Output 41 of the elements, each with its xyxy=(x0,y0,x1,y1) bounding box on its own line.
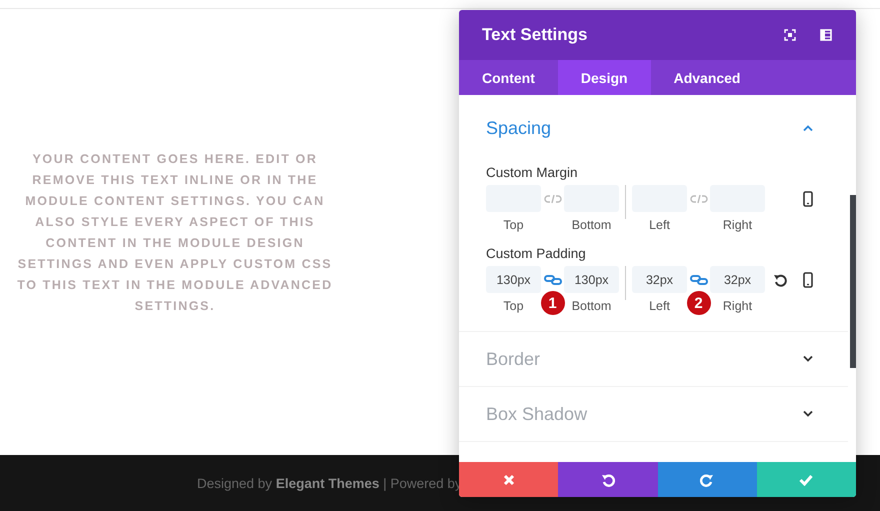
input-field[interactable]: 32px xyxy=(632,266,687,293)
input-field[interactable]: 32px xyxy=(710,266,765,293)
option-label: Custom Margin xyxy=(486,165,579,180)
sidebar-layout-icon[interactable] xyxy=(820,29,832,41)
redo-button[interactable] xyxy=(658,462,757,497)
step-badge: 2 xyxy=(686,291,710,315)
step-badge: 1 xyxy=(540,291,564,315)
field-caption: Bottom xyxy=(572,218,612,232)
panel-tab[interactable]: Advanced xyxy=(650,60,764,95)
field-caption: Left xyxy=(649,218,670,232)
scrollbar[interactable] xyxy=(850,195,856,368)
panel-title: Text Settings xyxy=(482,25,588,45)
section-title[interactable]: Spacing xyxy=(486,118,552,138)
panel-tab[interactable]: Content xyxy=(459,60,558,95)
close-icon xyxy=(502,474,515,486)
redo-icon xyxy=(700,472,714,486)
link-icon[interactable] xyxy=(544,274,562,286)
placeholder-paragraph: YOUR CONTENT GOES HERE. EDIT OR REMOVE THIS TEXT INLINE OR IN THE MODULE CONTENT SETTINGS. YOU CAN ALSO STYLE EVERY ASPECT OF THIS CONTENT IN THE MODULE DESIGN SETTINGS AND EVEN APPLY CUSTOM CSS TO THIS TEXT IN THE MODULE ADVANCED SETTINGS. xyxy=(16,151,334,315)
field-caption: Bottom xyxy=(572,299,612,313)
field-caption: Right xyxy=(722,218,752,232)
broken-link-icon[interactable] xyxy=(690,193,708,205)
input-field[interactable]: 130px xyxy=(486,266,541,293)
chevron-down-icon[interactable] xyxy=(802,355,814,363)
undo-icon xyxy=(600,472,615,486)
phone-icon[interactable] xyxy=(803,190,813,206)
phone-icon[interactable] xyxy=(803,272,813,288)
link-icon[interactable] xyxy=(690,274,708,286)
field-caption: Top xyxy=(503,218,524,232)
reset-icon[interactable] xyxy=(773,272,787,286)
option-label: Custom Padding xyxy=(486,246,587,261)
panel-tab[interactable]: Design xyxy=(558,60,651,95)
field-caption: Right xyxy=(722,299,752,313)
chevron-up-icon[interactable] xyxy=(802,124,814,132)
input-field[interactable]: 130px xyxy=(564,266,619,293)
field-caption: Top xyxy=(503,299,524,313)
field-caption: Left xyxy=(649,299,670,313)
chevron-down-icon[interactable] xyxy=(802,410,814,418)
expand-icon[interactable] xyxy=(784,29,796,41)
broken-link-icon[interactable] xyxy=(544,193,562,205)
check-icon xyxy=(799,474,814,486)
undo-button[interactable] xyxy=(558,462,658,497)
